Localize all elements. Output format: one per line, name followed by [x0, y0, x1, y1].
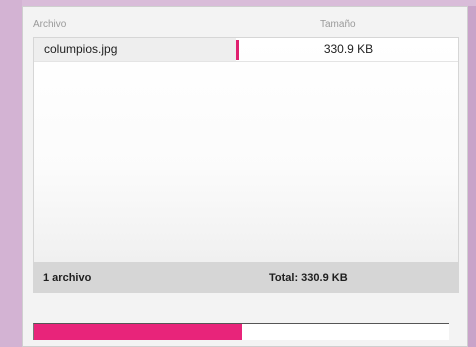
- upload-panel: Archivo Tamaño columpios.jpg 330.9 KB 1 …: [22, 6, 468, 347]
- column-header-file[interactable]: Archivo: [33, 19, 66, 30]
- total-size: Total: 330.9 KB: [269, 272, 348, 284]
- table-row[interactable]: columpios.jpg 330.9 KB: [34, 38, 458, 62]
- file-list[interactable]: columpios.jpg 330.9 KB: [33, 37, 459, 263]
- summary-bar: 1 archivo Total: 330.9 KB: [33, 263, 459, 293]
- column-header-size[interactable]: Tamaño: [320, 19, 356, 30]
- file-size-cell: 330.9 KB: [323, 42, 374, 56]
- file-name-cell: columpios.jpg: [34, 38, 236, 61]
- table-header: Archivo Tamaño: [23, 7, 467, 37]
- left-decoration-stripe: [0, 0, 22, 347]
- upload-progress-bar: [33, 323, 449, 340]
- file-count: 1 archivo: [43, 272, 92, 284]
- progress-fill: [34, 324, 242, 340]
